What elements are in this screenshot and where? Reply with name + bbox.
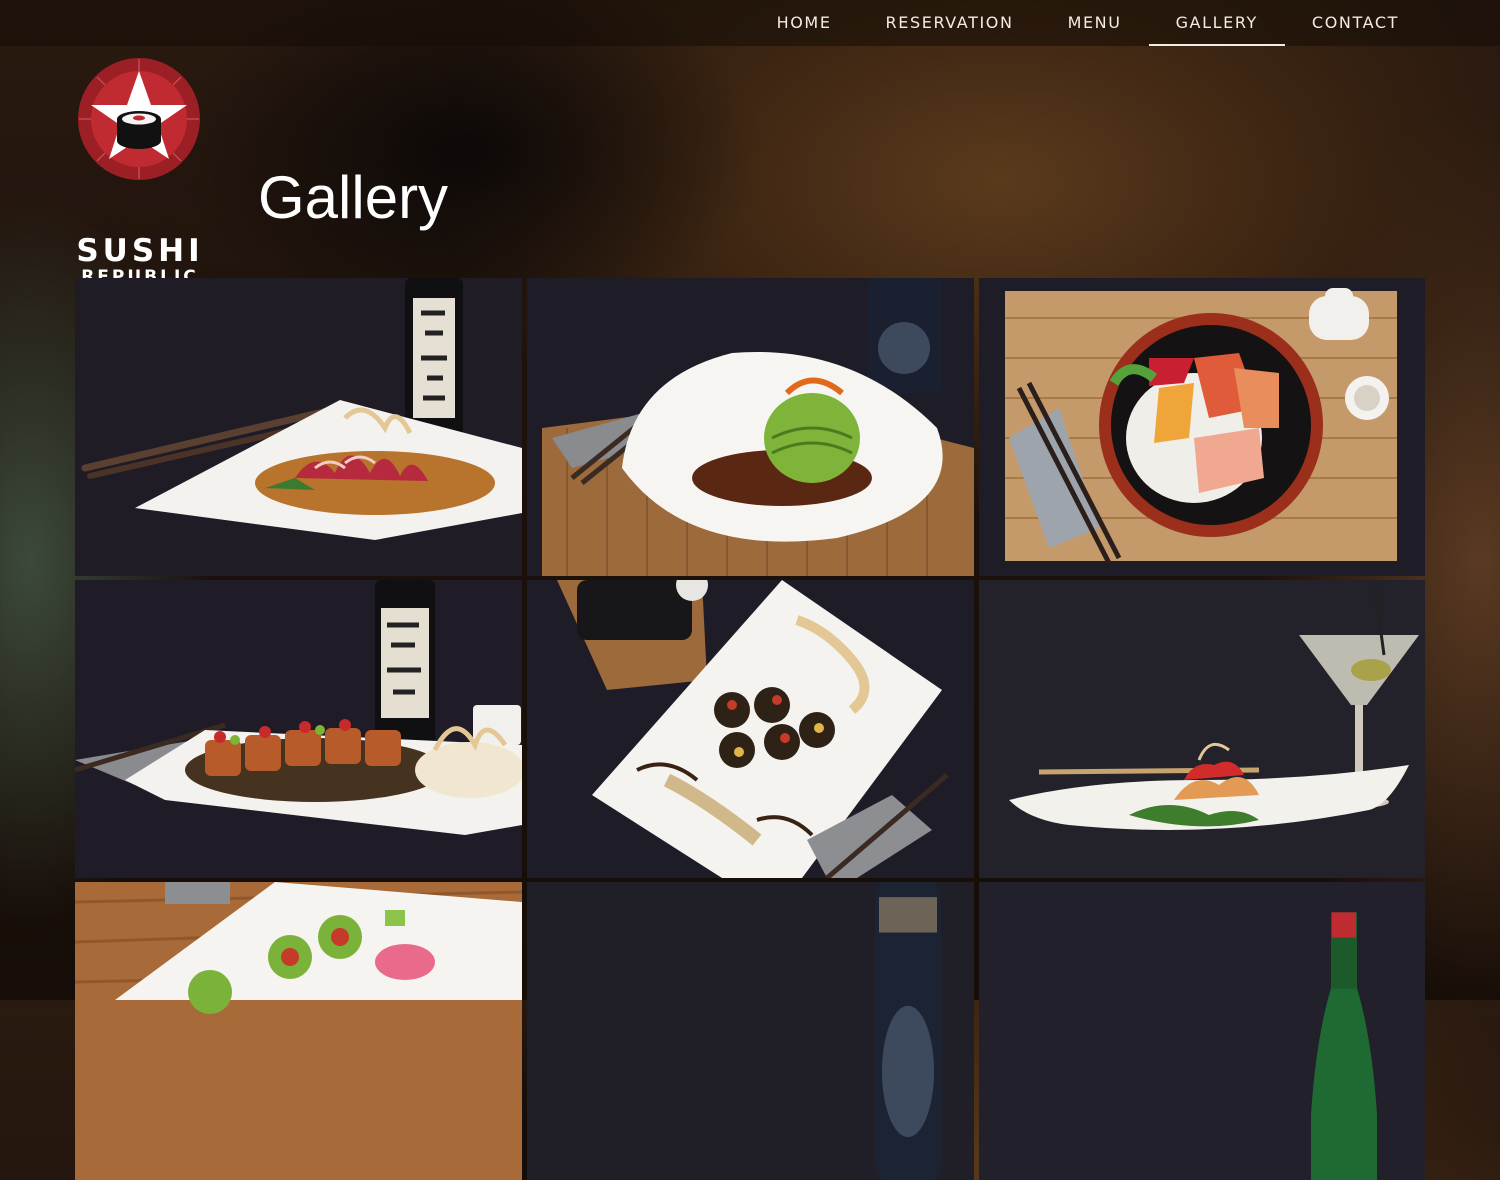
page-title: Gallery [258,164,449,231]
nav-contact[interactable]: CONTACT [1285,0,1426,46]
photo-sushi-rolls-diagonal [527,580,974,878]
photo-avocado-ball [527,278,974,576]
gallery-photo-kiwi-nigiri[interactable] [75,882,522,1180]
gallery-photo-sushi-rolls-diagonal[interactable] [527,580,974,878]
photo-martini-appetizer [979,580,1425,878]
gallery-photo-sake-bottle[interactable] [527,882,974,1180]
gallery-photo-roll-platter[interactable] [75,580,522,878]
main-nav: HOME RESERVATION MENU GALLERY CONTACT [750,0,1426,46]
sushi-star-logo-icon [78,58,200,180]
nav-reservation[interactable]: RESERVATION [859,0,1041,46]
gallery-photo-avocado-ball[interactable] [527,278,974,576]
brand-name: SUSHI [76,233,204,269]
photo-kiwi-nigiri [75,882,522,1180]
gallery-photo-chirashi-bowl[interactable] [979,278,1425,576]
top-nav-bar: HOME RESERVATION MENU GALLERY CONTACT [0,0,1500,46]
photo-chirashi-bowl [979,278,1425,576]
nav-home[interactable]: HOME [750,0,859,46]
gallery-photo-green-bottle[interactable] [979,882,1425,1180]
gallery-grid [75,278,1425,1180]
photo-tuna-tataki [75,278,522,576]
nav-gallery[interactable]: GALLERY [1148,0,1285,46]
site-logo[interactable]: SUSHI REPUBLIC [75,57,205,287]
nav-menu[interactable]: MENU [1041,0,1149,46]
photo-sake-bottle [527,882,974,1180]
photo-roll-platter [75,580,522,878]
gallery-photo-martini-appetizer[interactable] [979,580,1425,878]
photo-green-bottle [979,882,1425,1180]
gallery-photo-tuna-tataki[interactable] [75,278,522,576]
